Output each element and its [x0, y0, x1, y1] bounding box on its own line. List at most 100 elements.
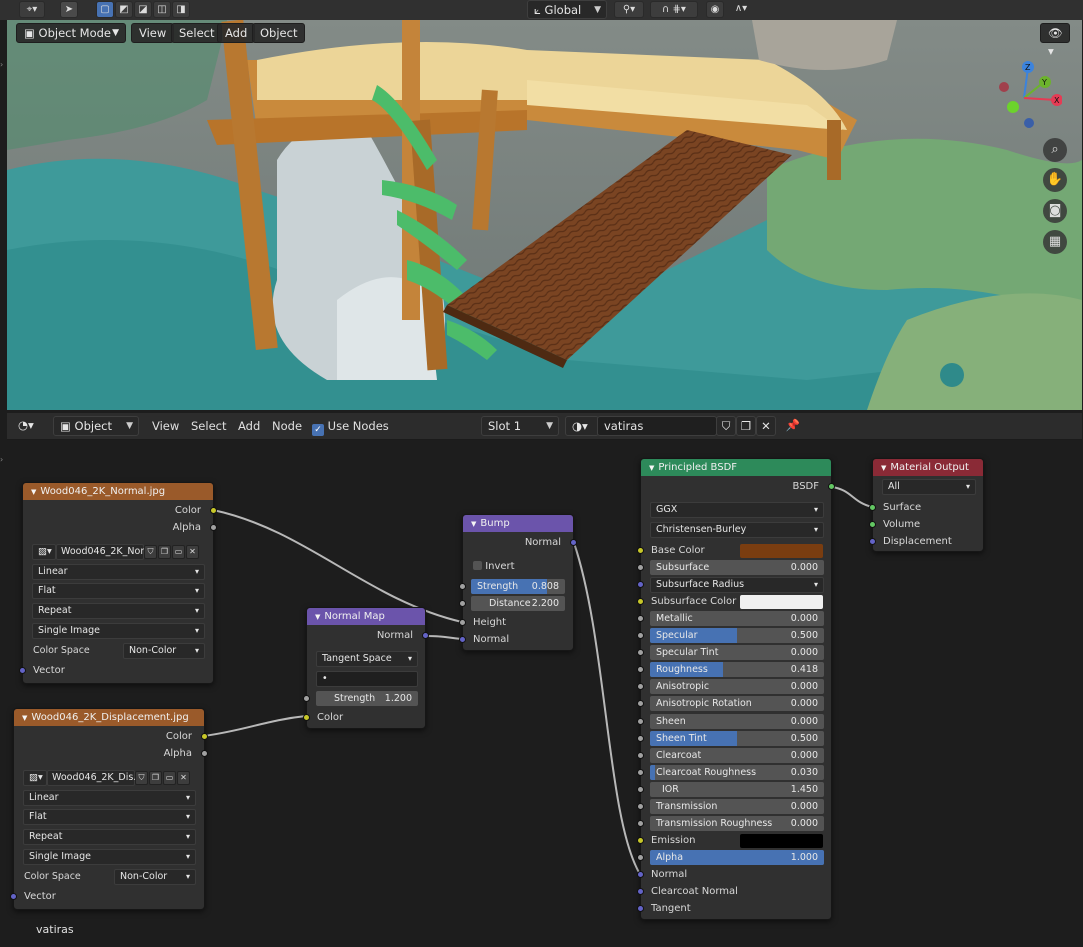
node-image-texture-displacement[interactable]: ▼ Wood046_2K_Displacement.jpg Color Alpha…	[10, 708, 208, 910]
socket-input[interactable]	[637, 581, 644, 588]
socket-alpha-out[interactable]	[201, 750, 208, 757]
editor-type-icon[interactable]: ⌖▾	[19, 1, 45, 18]
select-tool-icon[interactable]: ➤	[60, 1, 78, 18]
fake-user-shield-icon[interactable]: ⛉	[135, 771, 148, 785]
node-header[interactable]: ▼ Material Output	[873, 459, 983, 476]
node-header[interactable]: ▼ Normal Map	[307, 608, 425, 625]
open-folder-icon[interactable]: ▭	[172, 545, 185, 559]
snap-icon[interactable]: ∩ ⋕▾	[650, 1, 698, 18]
value-slider[interactable]: Metallic 0.000	[650, 611, 824, 626]
source-select[interactable]: Single Image ▾	[32, 623, 205, 639]
shader-type-dropdown[interactable]: ▣ Object ▼	[53, 416, 139, 436]
value-slider[interactable]: Clearcoat 0.000	[650, 748, 824, 763]
fake-user-shield-icon[interactable]: ⛉	[716, 416, 736, 436]
subsurface-method-select[interactable]: Christensen-Burley ▾	[650, 522, 824, 538]
node-header[interactable]: ▼ Principled BSDF	[641, 459, 831, 476]
space-select[interactable]: Tangent Space ▾	[316, 651, 418, 667]
interpolation-select[interactable]: Linear ▾	[32, 564, 205, 580]
collapse-triangle-icon[interactable]: ▼	[649, 464, 654, 472]
socket-input[interactable]	[637, 854, 644, 861]
node-principled-bsdf[interactable]: ▼ Principled BSDF BSDF GGX ▾ Christensen-B…	[637, 458, 835, 920]
value-slider[interactable]: Transmission Roughness 0.000	[650, 816, 824, 831]
extension-select[interactable]: Repeat ▾	[32, 603, 205, 619]
distribution-select[interactable]: GGX ▾	[650, 502, 824, 518]
distance-field[interactable]: Distance 2.200	[471, 596, 565, 611]
strength-field[interactable]: Strength 0.808	[471, 579, 565, 594]
value-slider[interactable]: Specular 0.500	[650, 628, 824, 643]
duplicate-icon[interactable]: ❐	[158, 545, 171, 559]
value-slider[interactable]: Transmission 0.000	[650, 799, 824, 814]
color-swatch[interactable]	[740, 544, 823, 558]
target-select[interactable]: All ▾	[882, 479, 976, 495]
socket-input[interactable]	[637, 632, 644, 639]
value-slider[interactable]: IOR 1.450	[650, 782, 824, 797]
select-intersect-icon[interactable]: ◨	[172, 1, 190, 18]
select-invert-icon[interactable]: ◫	[153, 1, 171, 18]
socket-vector-in[interactable]	[10, 893, 17, 900]
perspective-grid-icon[interactable]: ▦	[1043, 230, 1067, 254]
projection-select[interactable]: Flat ▾	[23, 809, 196, 825]
socket-alpha-out[interactable]	[210, 524, 217, 531]
node-header[interactable]: ▼ Bump	[463, 515, 573, 532]
socket-height-in[interactable]	[459, 619, 466, 626]
node-image-texture-normal[interactable]: ▼ Wood046_2K_Normal.jpg Color Alpha ▨▾ Wo…	[19, 482, 217, 684]
fake-user-shield-icon[interactable]: ⛉	[144, 545, 157, 559]
node-menu-node[interactable]: Node	[272, 419, 302, 433]
viewport-menu-view[interactable]: View	[131, 23, 175, 43]
socket-input[interactable]	[637, 718, 644, 725]
socket-input[interactable]	[637, 820, 644, 827]
camera-icon[interactable]: ◙	[1043, 199, 1067, 223]
value-slider[interactable]: Roughness 0.418	[650, 662, 824, 677]
3d-viewport[interactable]: ▣ Object Mode ▼ View Select Add Object 👁▾…	[7, 20, 1082, 410]
socket-color-out[interactable]	[201, 733, 208, 740]
node-bump[interactable]: ▼ Bump Normal Invert Strength 0.808 Distan…	[459, 514, 577, 651]
socket-normal-in[interactable]	[459, 636, 466, 643]
falloff-icon[interactable]: ∧▾	[726, 1, 756, 18]
socket-bsdf-out[interactable]	[828, 483, 835, 490]
mode-dropdown[interactable]: ▣ Object Mode ▼	[16, 23, 126, 43]
orientation-dropdown[interactable]: ⟀ Global ▼	[527, 0, 607, 19]
material-name-field[interactable]: vatiras	[597, 416, 717, 436]
socket-input[interactable]	[637, 564, 644, 571]
toolbar-toggle-icon[interactable]: ›	[0, 455, 7, 475]
value-slider[interactable]: Clearcoat Roughness 0.030	[650, 765, 824, 780]
viewport-visibility-icon[interactable]: 👁▾	[1040, 23, 1070, 58]
socket-input[interactable]	[637, 786, 644, 793]
select-subtract-icon[interactable]: ◪	[134, 1, 152, 18]
value-slider[interactable]: Alpha 1.000	[650, 850, 824, 865]
color-swatch[interactable]	[740, 595, 823, 609]
collapse-triangle-icon[interactable]: ▼	[31, 488, 36, 496]
zoom-icon[interactable]: ⌕	[1043, 138, 1067, 162]
socket-input[interactable]	[637, 803, 644, 810]
socket-input[interactable]	[637, 735, 644, 742]
color-space-select[interactable]: Non-Color ▾	[123, 643, 205, 659]
node-normal-map[interactable]: ▼ Normal Map Normal Tangent Space ▾ • Stre…	[303, 607, 429, 729]
socket-normal-out[interactable]	[570, 539, 577, 546]
source-select[interactable]: Single Image ▾	[23, 849, 196, 865]
socket-color-out[interactable]	[210, 507, 217, 514]
viewport-menu-add[interactable]: Add	[217, 23, 256, 43]
unlink-close-icon[interactable]: ✕	[756, 416, 776, 436]
socket-normal-out[interactable]	[422, 632, 429, 639]
image-name-field[interactable]: Wood046_2K_Nor...	[56, 544, 152, 560]
projection-select[interactable]: Flat ▾	[32, 583, 205, 599]
interpolation-select[interactable]: Linear ▾	[23, 790, 196, 806]
duplicate-icon[interactable]: ❐	[149, 771, 162, 785]
value-slider[interactable]: Anisotropic Rotation 0.000	[650, 696, 824, 711]
proportional-edit-icon[interactable]: ◉	[706, 1, 724, 18]
socket-input[interactable]	[637, 615, 644, 622]
socket-strength-in[interactable]	[303, 695, 310, 702]
value-slider[interactable]: Sheen 0.000	[650, 714, 824, 729]
node-menu-select[interactable]: Select	[191, 419, 226, 433]
pivot-icon[interactable]: ⚲▾	[614, 1, 644, 18]
color-swatch[interactable]	[740, 834, 823, 848]
node-material-output[interactable]: ▼ Material Output All ▾ Surface Volume Dis…	[869, 458, 984, 552]
value-slider[interactable]: Subsurface 0.000	[650, 560, 824, 575]
viewport-menu-object[interactable]: Object	[252, 23, 306, 43]
node-canvas[interactable]: ▼ Wood046_2K_Normal.jpg Color Alpha ▨▾ Wo…	[7, 440, 1082, 947]
collapse-triangle-icon[interactable]: ▼	[22, 714, 27, 722]
select-new-icon[interactable]: ▢	[96, 1, 114, 18]
socket-input[interactable]	[637, 666, 644, 673]
unlink-close-icon[interactable]: ✕	[177, 771, 190, 785]
collapse-triangle-icon[interactable]: ▼	[881, 464, 886, 472]
